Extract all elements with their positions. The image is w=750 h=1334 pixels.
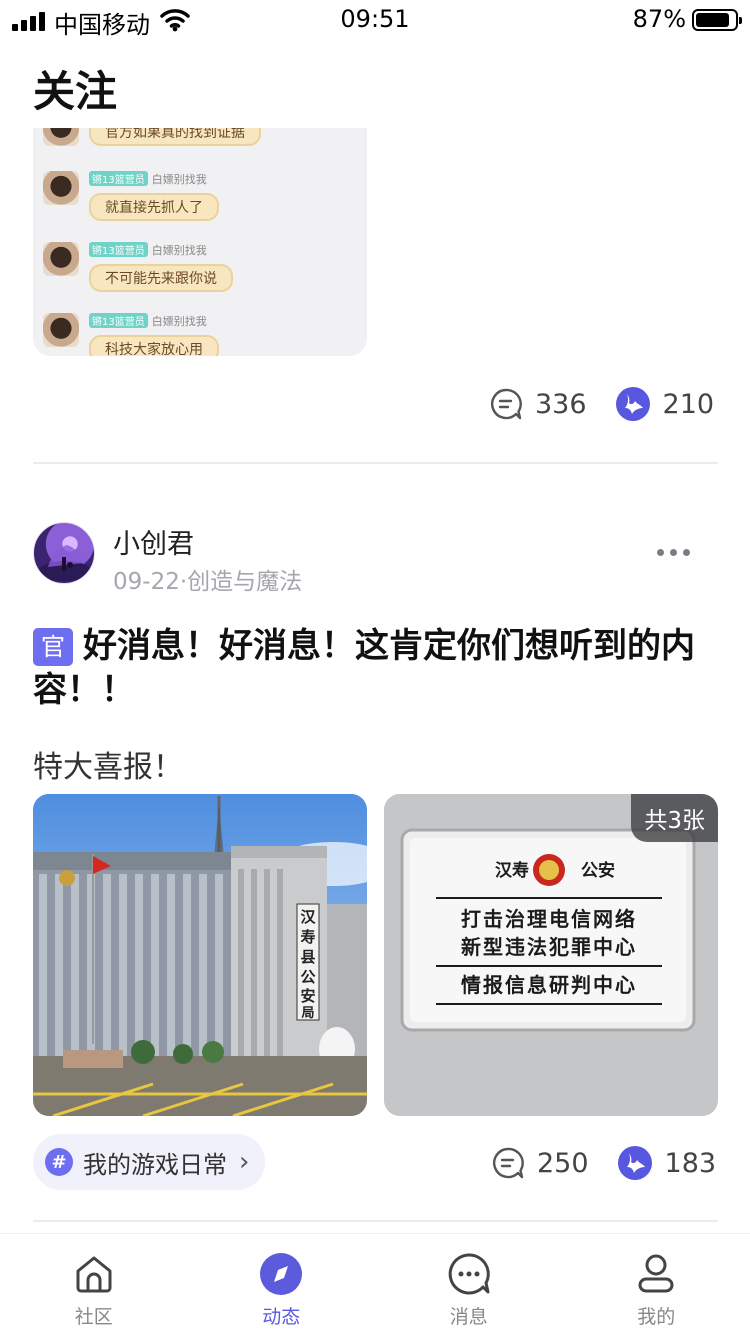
hashtag-icon: #	[45, 1148, 73, 1176]
comment-button[interactable]: 336	[489, 387, 587, 421]
building-sign-char: 县	[300, 948, 315, 966]
tab-label: 我的	[637, 1306, 676, 1328]
like-icon	[617, 1146, 652, 1180]
comment-icon	[493, 1147, 524, 1179]
post-photo-sign[interactable]: 汉寿 公安 打击治理电信网络 新型违法犯罪中心 情报信息研判中心 共3张	[384, 794, 718, 1116]
chat-sender-tag: 锵13篮营员	[89, 171, 148, 186]
comment-icon	[491, 388, 522, 420]
chat-bubble: 科技大家放心用	[89, 335, 219, 356]
topic-name: 我的游戏日常	[83, 1150, 227, 1179]
compass-icon	[260, 1253, 303, 1295]
photo-count-badge: 共3张	[631, 794, 718, 842]
like-icon	[615, 387, 650, 421]
battery-icon	[692, 9, 742, 31]
chat-avatar	[43, 171, 79, 205]
chat-bubble-icon	[448, 1253, 490, 1295]
tab-label: 社区	[74, 1306, 113, 1328]
tab-profile[interactable]: 我的	[563, 1234, 750, 1334]
post-title[interactable]: 官好消息！好消息！这肯定你们想听到的内容！！	[33, 624, 723, 712]
building-photo-artwork: 汉 寿 县 公 安 局	[33, 794, 367, 1116]
dot-icon	[670, 549, 677, 556]
chat-bubble: 就直接先抓人了	[89, 193, 219, 221]
building-sign-char: 公	[300, 968, 315, 986]
topic-tag[interactable]: # 我的游戏日常 ›	[33, 1134, 266, 1190]
comment-count: 250	[537, 1147, 589, 1179]
post-meta: 09-22·创造与魔法	[113, 562, 302, 596]
tab-community[interactable]: 社区	[0, 1234, 188, 1334]
battery-percentage: 87%	[632, 5, 686, 33]
chevron-right-icon: ›	[239, 1147, 250, 1177]
chat-bubble: 官方如果真的找到证据	[89, 128, 261, 146]
tab-feed[interactable]: 动态	[188, 1234, 376, 1334]
chat-sender-name: 白嫖别找我	[151, 244, 207, 257]
chat-sender: 锵13篮营员 白嫖别找我	[89, 313, 207, 329]
more-options-button[interactable]	[655, 545, 692, 560]
post-title-text: 好消息！好消息！这肯定你们想听到的内容！！	[33, 626, 695, 710]
chat-sender-tag: 锵13篮营员	[89, 242, 148, 257]
post-divider	[33, 1220, 718, 1222]
chat-sender-name: 白嫖别找我	[151, 315, 207, 328]
dot-icon	[683, 549, 690, 556]
author-name[interactable]: 小创君	[113, 522, 194, 561]
sign-line: 情报信息研判中心	[461, 973, 637, 997]
official-badge: 官	[33, 628, 73, 666]
tab-label: 动态	[262, 1306, 301, 1328]
status-bar: 中国移动 09:51 87%	[0, 0, 750, 40]
avatar-artwork	[39, 545, 91, 581]
bottom-tab-bar: 社区 动态 消息 我的	[0, 1234, 750, 1334]
like-button[interactable]: 210	[615, 386, 715, 422]
like-count: 183	[664, 1147, 717, 1179]
building-sign-char: 汉	[300, 908, 316, 926]
chat-avatar	[43, 128, 79, 146]
chat-avatar	[43, 313, 79, 347]
chat-sender-name: 白嫖别找我	[151, 173, 207, 186]
post1-stats: 336 210	[489, 386, 714, 422]
building-sign-char: 寿	[300, 928, 315, 946]
tab-messages[interactable]: 消息	[375, 1234, 563, 1334]
page-title: 关注	[33, 67, 118, 116]
sign-photo-artwork: 汉寿 公安 打击治理电信网络 新型违法犯罪中心 情报信息研判中心	[384, 794, 718, 1116]
sign-line: 新型违法犯罪中心	[461, 935, 637, 959]
profile-icon	[638, 1254, 674, 1293]
like-count: 210	[662, 388, 715, 420]
comment-button[interactable]: 250	[491, 1146, 589, 1180]
post2-stats: 250 183	[491, 1145, 716, 1181]
author-avatar[interactable]	[33, 522, 95, 584]
tab-label: 消息	[449, 1306, 488, 1328]
building-sign-char: 安	[300, 987, 315, 1005]
post-date: 09-22	[113, 569, 180, 595]
post-body-text[interactable]: 特大喜报！	[33, 742, 183, 786]
post-category[interactable]: 创造与魔法	[187, 569, 302, 595]
post-photo-building[interactable]: 汉 寿 县 公 安 局	[33, 794, 367, 1116]
building-sign-char: 局	[301, 1006, 314, 1021]
like-button[interactable]: 183	[617, 1145, 717, 1181]
sign-header-left: 汉寿	[495, 860, 529, 881]
post-image-chat-screenshot[interactable]: 官方如果真的找到证据 锵13篮营员 白嫖别找我 就直接先抓人了 锵13篮营员 白嫖别…	[33, 128, 367, 356]
chat-sender: 锵13篮营员 白嫖别找我	[89, 242, 207, 258]
home-icon	[76, 1256, 112, 1293]
comment-count: 336	[535, 388, 587, 420]
chat-sender-tag: 锵13篮营员	[89, 313, 148, 328]
sign-line: 打击治理电信网络	[461, 907, 637, 931]
chat-bubble: 不可能先来跟你说	[89, 264, 233, 292]
sign-header-right: 公安	[581, 860, 615, 881]
dot-icon	[657, 549, 664, 556]
chat-avatar	[43, 242, 79, 276]
post-divider	[33, 462, 718, 464]
chat-sender: 锵13篮营员 白嫖别找我	[89, 171, 207, 187]
